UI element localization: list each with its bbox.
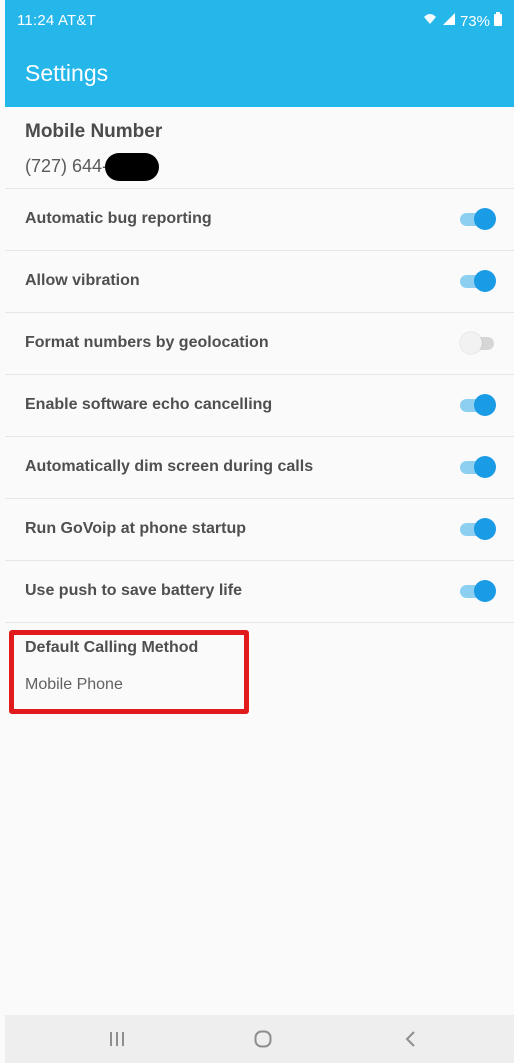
setting-label: Use push to save battery life <box>25 582 242 599</box>
mobile-number-value: (727) 644- <box>25 153 160 181</box>
wifi-icon <box>422 12 438 30</box>
setting-row-format-numbers-by-geolocation[interactable]: Format numbers by geolocation <box>5 313 514 375</box>
setting-row-run-govoip-at-phone-startup[interactable]: Run GoVoip at phone startup <box>5 499 514 561</box>
page-title: Settings <box>25 60 109 86</box>
navigation-bar <box>5 1015 514 1063</box>
toggle-thumb <box>474 270 496 292</box>
use-push-to-save-battery-life-toggle[interactable] <box>460 580 496 602</box>
status-indicators: 73% <box>422 12 502 30</box>
redaction-mark <box>105 153 160 181</box>
back-icon[interactable] <box>391 1027 431 1057</box>
settings-screen: 11:24 AT&T 73% Settings Mobile Number (7… <box>5 0 514 1063</box>
battery-percentage: 73% <box>459 12 490 30</box>
run-govoip-at-phone-startup-toggle[interactable] <box>460 518 496 540</box>
status-time-carrier: 11:24 AT&T <box>17 12 96 29</box>
toggle-thumb <box>474 518 496 540</box>
highlight-box <box>9 630 249 714</box>
enable-software-echo-cancelling-toggle[interactable] <box>460 394 496 416</box>
setting-label: Format numbers by geolocation <box>25 334 269 351</box>
app-bar: Settings <box>5 40 514 107</box>
toggle-thumb <box>460 332 482 354</box>
setting-row-allow-vibration[interactable]: Allow vibration <box>5 251 514 313</box>
setting-label: Run GoVoip at phone startup <box>25 520 247 537</box>
signal-icon <box>442 12 456 30</box>
toggle-thumb <box>474 456 496 478</box>
setting-label: Enable software echo cancelling <box>25 396 273 413</box>
toggle-thumb <box>474 208 496 230</box>
allow-vibration-toggle[interactable] <box>460 270 496 292</box>
automatically-dim-screen-during-calls-toggle[interactable] <box>460 456 496 478</box>
battery-icon <box>494 12 502 30</box>
setting-label: Automatic bug reporting <box>25 210 212 227</box>
toggle-thumb <box>474 394 496 416</box>
home-icon[interactable] <box>243 1027 283 1057</box>
toggle-thumb <box>474 580 496 602</box>
mobile-number-prefix: (727) 644- <box>25 156 109 176</box>
format-numbers-by-geolocation-toggle[interactable] <box>460 332 496 354</box>
setting-row-use-push-to-save-battery-life[interactable]: Use push to save battery life <box>5 561 514 623</box>
mobile-number-label: Mobile Number <box>25 121 163 142</box>
mobile-number-item[interactable]: Mobile Number (727) 644- <box>5 107 514 189</box>
recent-apps-icon[interactable] <box>97 1027 137 1057</box>
setting-row-automatically-dim-screen-during-calls[interactable]: Automatically dim screen during calls <box>5 437 514 499</box>
setting-row-automatic-bug-reporting[interactable]: Automatic bug reporting <box>5 189 514 251</box>
automatic-bug-reporting-toggle[interactable] <box>460 208 496 230</box>
status-bar: 11:24 AT&T 73% <box>5 0 514 40</box>
setting-label: Automatically dim screen during calls <box>25 458 314 475</box>
setting-label: Allow vibration <box>25 272 140 289</box>
setting-row-enable-software-echo-cancelling[interactable]: Enable software echo cancelling <box>5 375 514 437</box>
